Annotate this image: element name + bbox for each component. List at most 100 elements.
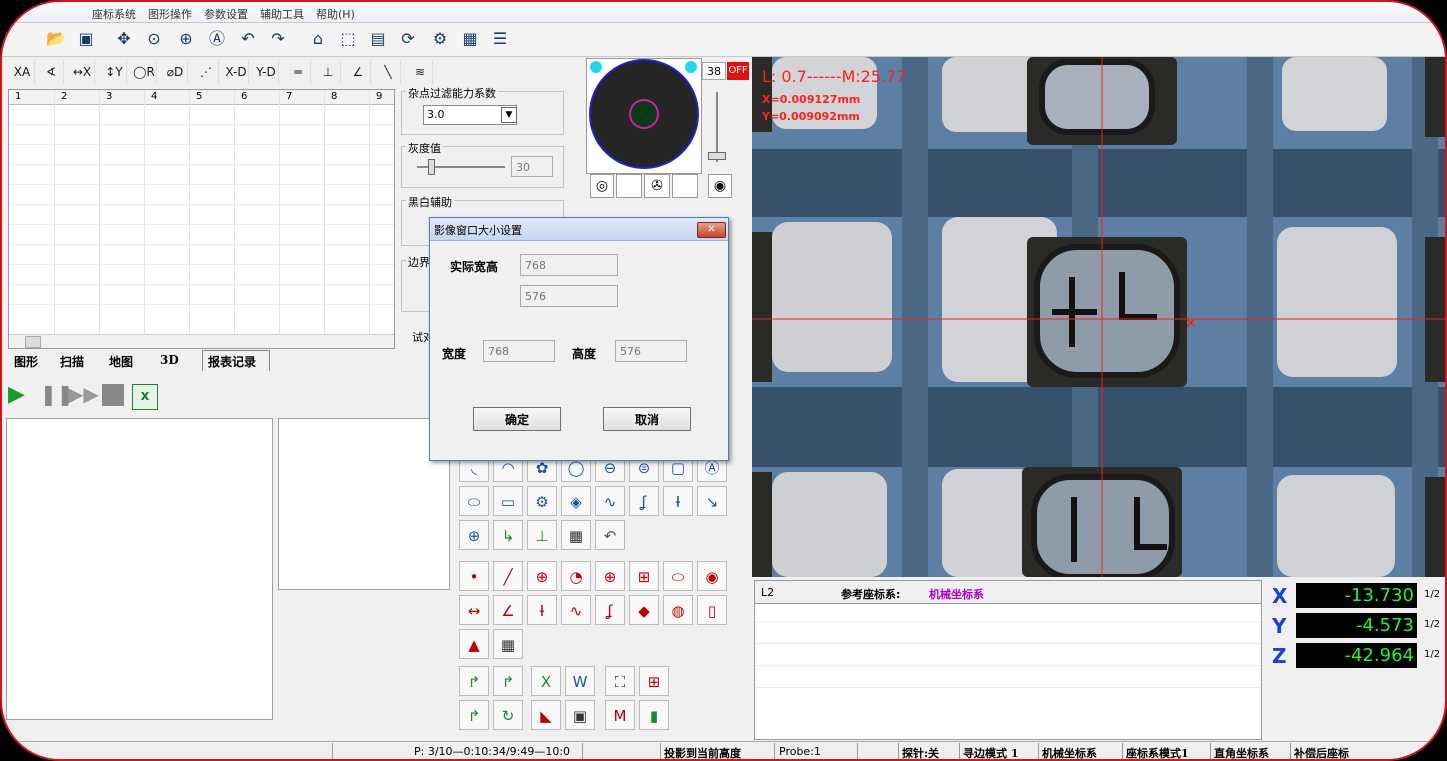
height-field[interactable]: 576 (615, 340, 687, 362)
perpendicular-icon[interactable]: ⊥ (316, 60, 341, 84)
mf-icon[interactable]: M (605, 700, 635, 730)
image-icon[interactable]: ▤ (366, 27, 390, 51)
menu-coord[interactable]: 座标系统 (92, 6, 136, 22)
measure-yd-icon[interactable]: Y-D (254, 60, 279, 84)
bottom-light-icon[interactable]: ◉ (708, 174, 732, 198)
menu-params[interactable]: 参数设置 (204, 6, 248, 22)
tab-map[interactable]: 地图 (109, 353, 133, 370)
fast-forward-icon[interactable]: ▶▶ (68, 382, 99, 410)
height-tool-icon[interactable]: Ɨ (663, 486, 693, 516)
coaxial-light-icon[interactable]: ◎ (590, 174, 614, 198)
menu-tools[interactable]: 辅助工具 (260, 6, 304, 22)
excel-icon[interactable]: X (531, 666, 561, 696)
height-measure-tool-icon[interactable]: Ɨ (527, 595, 557, 625)
plane-tool-icon[interactable]: ◆ (629, 595, 659, 625)
color-swatch-icon[interactable]: ▮ (639, 700, 669, 730)
light-value[interactable]: 38 (702, 62, 726, 80)
measure-xd-icon[interactable]: X-D (224, 60, 249, 84)
gear-circle-tool-icon[interactable]: ⚙ (527, 486, 557, 516)
axis-tool-icon[interactable]: ↳ (493, 520, 523, 550)
actual-width-field[interactable]: 768 (520, 254, 618, 276)
gray-slider-thumb[interactable] (428, 159, 435, 175)
measure-x-icon[interactable]: ↔X (70, 60, 95, 84)
gray-value-field[interactable]: 30 (511, 156, 553, 177)
calculator-icon[interactable]: ▦ (561, 520, 591, 550)
angle-tool-icon[interactable]: ↘ (697, 486, 727, 516)
undo-icon[interactable]: ↶ (236, 27, 260, 51)
gear-icon[interactable]: ⚙ (428, 27, 452, 51)
open-folder-icon[interactable]: 📂 (44, 27, 68, 51)
menu-graphics[interactable]: 图形操作 (148, 6, 192, 22)
distance-tool-icon[interactable]: ↔ (459, 595, 489, 625)
list-icon[interactable]: ☰ (488, 27, 512, 51)
grid-hscrollbar[interactable] (9, 334, 394, 348)
curve-tool-icon[interactable]: ∿ (595, 486, 625, 516)
line-tool-icon[interactable]: ╱ (493, 561, 523, 591)
rect-center-tool-icon[interactable]: ⊞ (629, 561, 659, 591)
oval-tool-icon[interactable]: ⬭ (459, 486, 489, 516)
fullscreen-icon[interactable]: ⛶ (605, 666, 635, 696)
measure-y-icon[interactable]: ↕Y (102, 60, 127, 84)
word-icon[interactable]: W (565, 666, 595, 696)
menu-help[interactable]: 帮助(H) (316, 6, 355, 22)
compass-tool-icon[interactable]: ⊕ (459, 520, 489, 550)
slot-tool-icon[interactable]: ▭ (493, 486, 523, 516)
measure-angle-icon[interactable]: ∢ (39, 60, 64, 84)
parallel-icon[interactable]: ═ (286, 60, 311, 84)
camera-view[interactable]: ✕ L: 0.7------M:25.77 X=0.009127mm Y=0.0… (752, 57, 1445, 577)
chevron-down-icon[interactable]: ▼ (501, 107, 517, 123)
axis-s-tool-icon[interactable]: ↱ (493, 666, 523, 696)
slot-center-tool-icon[interactable]: ⬭ (663, 561, 693, 591)
stop-icon[interactable] (102, 384, 124, 406)
measure-points-icon[interactable]: ⋰ (194, 60, 219, 84)
dxf-export-icon[interactable]: ▣ (565, 700, 595, 730)
measure-radius-icon[interactable]: ◯R (132, 60, 157, 84)
back-arrow-icon[interactable]: ↶ (595, 520, 625, 550)
zoom-icon[interactable]: ⊙ (142, 27, 166, 51)
measure-xa-icon[interactable]: XA (10, 60, 35, 84)
ring-light-preview[interactable] (586, 58, 702, 174)
excel-export-icon[interactable]: X (132, 384, 158, 410)
globe-tool-icon[interactable]: ◍ (663, 595, 693, 625)
save-icon[interactable]: ▣ (74, 27, 98, 51)
tab-3d[interactable]: 3D (160, 353, 179, 367)
arc-center-tool-icon[interactable]: ◔ (561, 561, 591, 591)
select-region-icon[interactable]: ⬚ (336, 27, 360, 51)
z-half-button[interactable]: 1/2 (1424, 649, 1440, 660)
cancel-button[interactable]: 取消 (603, 407, 691, 431)
machine-origin-icon[interactable]: ↱ (459, 700, 489, 730)
refresh-icon[interactable]: ⟳ (396, 27, 420, 51)
cylinder-tool-icon[interactable]: ▯ (697, 595, 727, 625)
sphere-tool-icon[interactable]: ◈ (561, 486, 591, 516)
blob-tool-icon[interactable]: ʆ (629, 486, 659, 516)
origin-tool-icon[interactable]: ↱ (459, 666, 489, 696)
measure-diameter-icon[interactable]: ⌀D (163, 60, 188, 84)
move-icon[interactable]: ✥ (112, 27, 136, 51)
text-icon[interactable]: Ⓐ (205, 27, 229, 51)
segment-light-icon[interactable]: ✇ (644, 174, 670, 198)
pdf-export-icon[interactable]: ◣ (531, 700, 561, 730)
actual-height-field[interactable]: 576 (520, 285, 618, 307)
multi-line-icon[interactable]: ≋ (408, 60, 433, 84)
freeform-tool-icon[interactable]: ʆ (595, 595, 625, 625)
grid-icon[interactable]: ▦ (458, 27, 482, 51)
ellipse-center-tool-icon[interactable]: ⊕ (595, 561, 625, 591)
light-toggle[interactable]: OFF (727, 62, 749, 80)
scroll-thumb[interactable] (25, 336, 41, 348)
wave-tool-icon[interactable]: ∿ (561, 595, 591, 625)
cone-tool-icon[interactable]: ▲ (459, 629, 489, 659)
width-field[interactable]: 768 (483, 340, 555, 362)
circle-center-tool-icon[interactable]: ⊕ (527, 561, 557, 591)
noise-select[interactable]: 3.0 ▼ (423, 105, 517, 125)
close-icon[interactable]: ✕ (697, 222, 726, 238)
pan-icon[interactable]: ⊕ (174, 27, 198, 51)
angle-measure-tool-icon[interactable]: ∠ (493, 595, 523, 625)
stamp-tool-icon[interactable]: ⊥ (527, 520, 557, 550)
line-icon[interactable]: ╲ (376, 60, 401, 84)
data-grid[interactable]: 1 2 3 4 5 6 7 8 9 (8, 89, 395, 349)
light-slider-thumb[interactable] (708, 152, 726, 160)
tab-graphics[interactable]: 图形 (14, 353, 38, 370)
crosshair-grid-icon[interactable]: ⊞ (639, 666, 669, 696)
pause-icon[interactable]: ❚❚ (40, 382, 74, 410)
x-half-button[interactable]: 1/2 (1424, 589, 1440, 600)
